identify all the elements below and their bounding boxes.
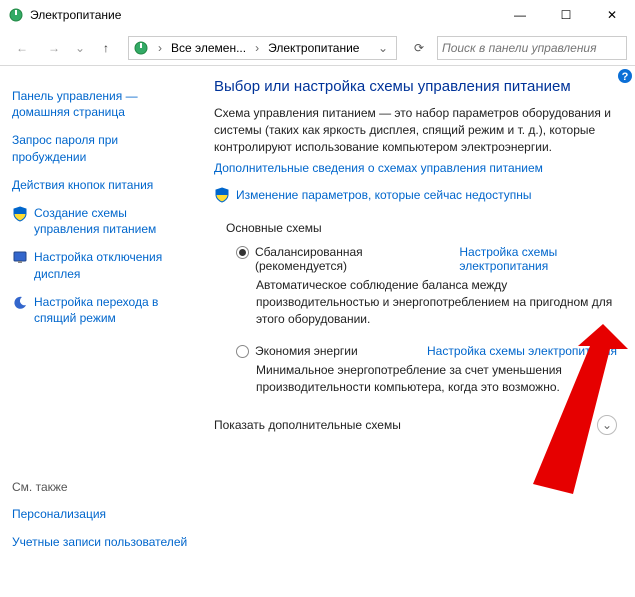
titlebar: Электропитание — ☐ ✕: [0, 0, 635, 30]
refresh-button[interactable]: ⟳: [405, 36, 433, 60]
plan-recommended: (рекомендуется): [255, 259, 347, 273]
moon-icon: [12, 295, 28, 311]
show-more-plans-label: Показать дополнительные схемы: [214, 418, 401, 432]
nav-forward-button[interactable]: →: [40, 34, 68, 62]
help-icon[interactable]: ?: [617, 68, 633, 84]
plan-description: Автоматическое соблюдение баланса между …: [256, 277, 617, 327]
plan-settings-link[interactable]: Настройка схемы электропитания: [429, 245, 617, 273]
main-content: ? Выбор или настройка схемы управления п…: [200, 66, 635, 597]
monitor-icon: [12, 250, 28, 266]
chevron-right-icon[interactable]: ›: [153, 41, 167, 55]
expand-button[interactable]: ⌄: [597, 415, 617, 435]
chevron-right-icon[interactable]: ›: [250, 41, 264, 55]
breadcrumb-item[interactable]: Электропитание: [264, 41, 363, 55]
see-also-personalization[interactable]: Персонализация: [12, 506, 188, 522]
address-bar[interactable]: › Все элемен... › Электропитание ⌄: [128, 36, 397, 60]
nav-back-button[interactable]: ←: [8, 34, 36, 62]
svg-text:?: ?: [622, 71, 629, 83]
sidebar-home-link[interactable]: Панель управления — домашняя страница: [12, 88, 188, 120]
maximize-button[interactable]: ☐: [543, 0, 589, 30]
more-info-link[interactable]: Дополнительные сведения о схемах управле…: [214, 161, 543, 175]
search-input[interactable]: [442, 41, 622, 55]
plan-radio[interactable]: [236, 246, 249, 259]
plan-settings-link[interactable]: Настройка схемы электропитания: [397, 344, 617, 358]
close-button[interactable]: ✕: [589, 0, 635, 30]
search-box[interactable]: [437, 36, 627, 60]
plan-radio[interactable]: [236, 345, 249, 358]
sidebar-item-create-plan[interactable]: Создание схемы управления питанием: [12, 205, 188, 237]
basic-plans-label: Основные схемы: [226, 221, 617, 235]
plan-name: Экономия энергии: [255, 344, 358, 358]
sidebar-item-password[interactable]: Запрос пароля при пробуждении: [12, 132, 188, 164]
see-also-user-accounts[interactable]: Учетные записи пользователей: [12, 534, 188, 550]
plan-description: Минимальное энергопотребление за счет ум…: [256, 362, 617, 396]
shield-icon: [214, 187, 230, 203]
sidebar: Панель управления — домашняя страница За…: [0, 66, 200, 597]
shield-icon: [12, 206, 28, 222]
nav-history-dropdown[interactable]: ⌄: [72, 34, 88, 62]
address-dropdown-icon[interactable]: ⌄: [374, 41, 392, 55]
nav-up-button[interactable]: ↑: [92, 34, 120, 62]
sidebar-item-sleep[interactable]: Настройка перехода в спящий режим: [12, 294, 188, 326]
power-options-icon: [133, 40, 149, 56]
see-also-label: См. также: [12, 480, 188, 494]
change-unavailable-link[interactable]: Изменение параметров, которые сейчас нед…: [236, 188, 532, 202]
plan-balanced: Сбалансированная (рекомендуется) Настрой…: [236, 245, 617, 327]
plan-name: Сбалансированная: [255, 245, 363, 259]
plan-energy-saver: Экономия энергии Настройка схемы электро…: [236, 344, 617, 396]
sidebar-item-display-off[interactable]: Настройка отключения дисплея: [12, 249, 188, 281]
power-options-icon: [8, 7, 24, 23]
minimize-button[interactable]: —: [497, 0, 543, 30]
breadcrumb-item[interactable]: Все элемен...: [167, 41, 250, 55]
navbar: ← → ⌄ ↑ › Все элемен... › Электропитание…: [0, 30, 635, 66]
sidebar-item-buttons[interactable]: Действия кнопок питания: [12, 177, 188, 193]
page-description: Схема управления питанием — это набор па…: [214, 105, 617, 155]
page-heading: Выбор или настройка схемы управления пит…: [214, 78, 617, 95]
window-title: Электропитание: [30, 8, 497, 22]
